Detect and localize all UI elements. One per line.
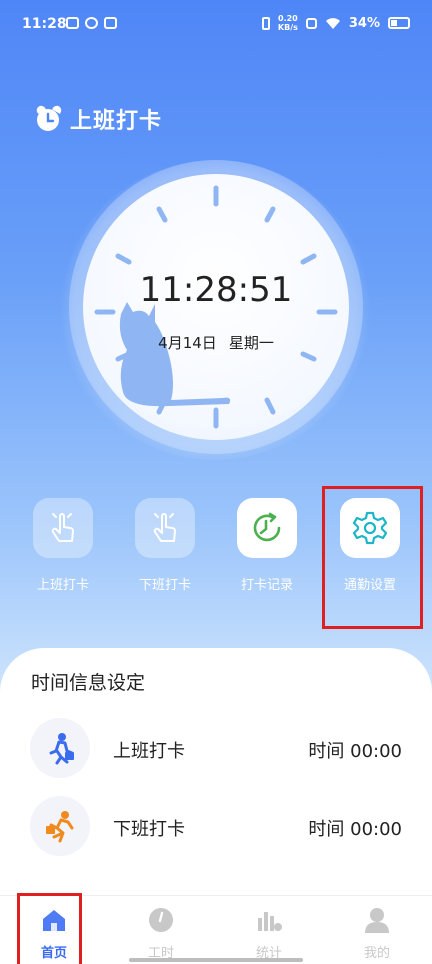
status-time: 11:28 bbox=[22, 16, 67, 32]
weekday-text: 星期一 bbox=[228, 334, 274, 352]
clock-in-time-row[interactable]: 上班打卡 时间 00:00 bbox=[30, 718, 410, 778]
row-label: 下班打卡 bbox=[113, 819, 185, 840]
notification-icon bbox=[104, 17, 117, 29]
battery-percent: 34% bbox=[348, 15, 380, 31]
clock-face: 11:28:51 4月14日 星期一 bbox=[83, 174, 349, 440]
date-text: 4月14日 bbox=[158, 334, 217, 352]
user-icon bbox=[365, 908, 389, 933]
notification-icon bbox=[66, 17, 79, 29]
records-icon-button[interactable] bbox=[237, 498, 297, 558]
clock-out-time-row[interactable]: 下班打卡 时间 00:00 bbox=[30, 796, 410, 856]
tab-statistics[interactable]: 统计 bbox=[239, 906, 299, 961]
history-clock-icon bbox=[253, 512, 281, 542]
tap-hand-icon bbox=[51, 513, 74, 542]
bar-chart-icon bbox=[258, 912, 282, 931]
section-title: 时间信息设定 bbox=[31, 672, 146, 694]
records-button[interactable]: 打卡记录 bbox=[217, 496, 317, 593]
sim-icon bbox=[305, 17, 317, 29]
alarm-clock-icon bbox=[35, 104, 63, 132]
action-label: 打卡记录 bbox=[240, 578, 293, 593]
cat-silhouette bbox=[119, 302, 231, 407]
tab-work-hours[interactable]: 工时 bbox=[131, 906, 191, 961]
tab-profile[interactable]: 我的 bbox=[347, 906, 407, 961]
vibrate-icon bbox=[261, 16, 270, 30]
tab-label: 我的 bbox=[363, 946, 390, 961]
wifi-icon bbox=[325, 17, 340, 29]
page-title: 上班打卡 bbox=[70, 109, 163, 134]
row-label: 上班打卡 bbox=[113, 741, 185, 762]
page-header: 上班打卡 bbox=[35, 103, 163, 135]
net-speed: 0.20 KB/s bbox=[277, 14, 298, 32]
clock-in-icon-button[interactable] bbox=[33, 498, 93, 558]
tap-hand-icon bbox=[153, 513, 176, 542]
action-label: 下班打卡 bbox=[138, 578, 191, 593]
clock-date: 4月14日 星期一 bbox=[83, 332, 349, 353]
row-time: 时间 00:00 bbox=[308, 819, 402, 840]
action-label: 上班打卡 bbox=[36, 578, 89, 593]
clock-out-button[interactable]: 下班打卡 bbox=[115, 496, 215, 593]
home-highlight-box bbox=[17, 893, 82, 964]
battery-icon bbox=[388, 17, 410, 29]
settings-highlight-box bbox=[322, 486, 423, 629]
commuter-walking-icon bbox=[30, 718, 90, 778]
row-time: 时间 00:00 bbox=[308, 741, 402, 762]
status-right: 0.20 KB/s 34% bbox=[261, 14, 410, 32]
notification-icon bbox=[85, 17, 98, 29]
notification-icons bbox=[66, 17, 117, 29]
clock-time: 11:28:51 bbox=[139, 270, 293, 310]
clock-out-icon-button[interactable] bbox=[135, 498, 195, 558]
commuter-running-icon bbox=[30, 796, 90, 856]
clock-in-button[interactable]: 上班打卡 bbox=[13, 496, 113, 593]
clock-icon bbox=[149, 908, 173, 932]
status-bar: 11:28 0.20 KB/s 34% bbox=[0, 0, 432, 52]
gesture-bar bbox=[129, 958, 303, 962]
